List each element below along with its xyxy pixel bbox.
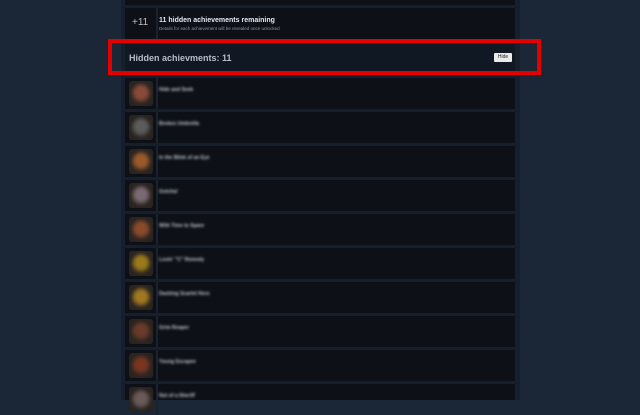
achievement-name: Dashing Scarlet Hero <box>159 291 210 297</box>
achievement-glyph <box>132 254 150 273</box>
achievement-row: Lovin' "C" Remedy <box>125 248 515 279</box>
achievement-icon <box>129 285 153 310</box>
achievement-row: Hide and Seek <box>125 78 515 109</box>
achievement-glyph <box>132 84 150 103</box>
divider <box>156 8 158 39</box>
highlight-box <box>108 39 541 75</box>
hidden-remaining-banner: +11 11 hidden achievements remaining Det… <box>125 8 515 39</box>
achievement-row: Gotcha! <box>125 180 515 211</box>
achievement-name: Gotcha! <box>159 189 178 195</box>
achievement-row: Grim Reaper <box>125 316 515 347</box>
achievement-icon <box>129 183 153 208</box>
divider <box>156 180 158 211</box>
achievement-icon <box>129 115 153 140</box>
achievement-icon <box>129 251 153 276</box>
achievement-name: Young Escapee <box>159 359 196 365</box>
divider <box>156 248 158 279</box>
achievement-icon <box>129 319 153 344</box>
achievement-icon <box>129 149 153 174</box>
hidden-remaining-subtitle: Details for each achievement will be rev… <box>159 26 280 31</box>
achievement-row: With Time to Spare <box>125 214 515 245</box>
achievement-name: Broken Umbrella <box>159 121 200 127</box>
divider <box>156 214 158 245</box>
achievement-name: With Time to Spare <box>159 223 205 229</box>
hidden-remaining-title: 11 hidden achievements remaining <box>159 17 275 24</box>
divider <box>156 112 158 143</box>
divider <box>156 316 158 347</box>
achievement-name: Grim Reaper <box>159 325 190 331</box>
divider <box>156 146 158 177</box>
divider <box>156 350 158 381</box>
achievement-icon <box>129 81 153 106</box>
achievement-row: Dashing Scarlet Hero <box>125 282 515 313</box>
achievement-glyph <box>132 152 150 171</box>
achievement-icon <box>129 353 153 378</box>
achievement-name: Not of a Sheriff <box>159 393 195 399</box>
achievement-glyph <box>132 356 150 375</box>
achievement-glyph <box>132 186 150 205</box>
hidden-count-badge: +11 <box>132 17 149 28</box>
achievement-icon <box>129 217 153 242</box>
achievement-glyph <box>132 322 150 341</box>
achievement-name: In the Blink of an Eye <box>159 155 210 161</box>
achievement-glyph <box>132 288 150 307</box>
achievement-name: Hide and Seek <box>159 87 194 93</box>
achievement-row: Young Escapee <box>125 350 515 381</box>
achievement-row: In the Blink of an Eye <box>125 146 515 177</box>
achievement-name: Lovin' "C" Remedy <box>159 257 205 263</box>
divider <box>156 78 158 109</box>
previous-row-stub <box>125 0 515 5</box>
divider <box>156 282 158 313</box>
achievement-glyph <box>132 118 150 137</box>
achievement-glyph <box>132 220 150 239</box>
achievement-row: Not of a Sheriff <box>125 384 515 415</box>
achievement-row: Broken Umbrella <box>125 112 515 143</box>
